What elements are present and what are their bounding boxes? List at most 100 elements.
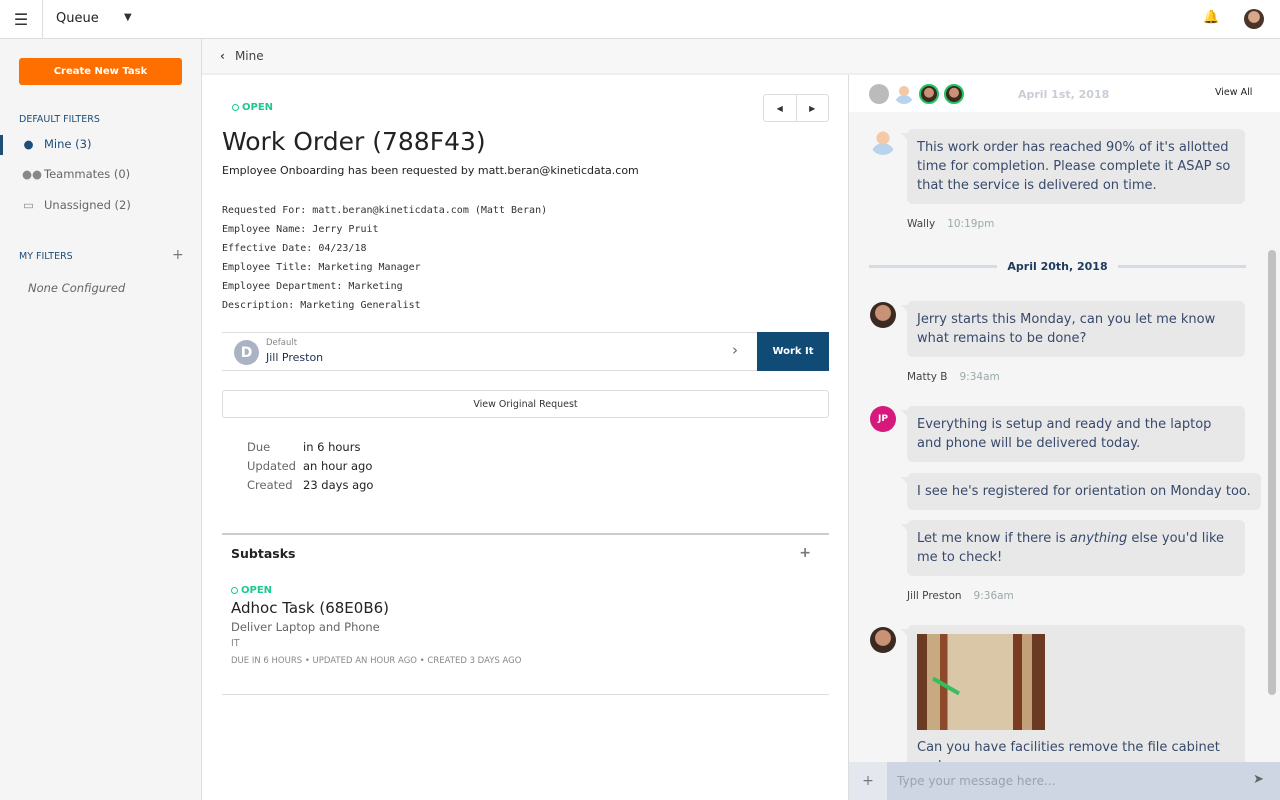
meta-value: in 6 hours — [303, 440, 361, 454]
next-button[interactable]: ▶ — [797, 95, 829, 121]
avatar — [870, 302, 896, 328]
field: Employee Name: Jerry Pruit — [222, 224, 379, 235]
message-bubble: Can you have facilities remove the file … — [901, 625, 1245, 775]
chevron-down-icon[interactable]: ▼ — [124, 12, 132, 23]
status-badge: OPEN — [231, 585, 829, 596]
team-name: Default — [266, 338, 298, 348]
subtask-item[interactable]: OPEN Adhoc Task (68E0B6) Deliver Laptop … — [222, 585, 829, 695]
meta-created: Created 23 days ago — [247, 478, 373, 492]
field: Employee Department: Marketing — [222, 281, 403, 292]
message-input[interactable] — [887, 762, 1242, 800]
meta-due: Due in 6 hours — [247, 440, 360, 454]
filter-label: Mine (3) — [44, 137, 92, 151]
field: Requested For: matt.beran@kineticdata.co… — [222, 205, 548, 216]
hamburger-icon[interactable]: ☰ — [0, 0, 43, 38]
message-text: Let me know if there is — [917, 531, 1070, 546]
scrollbar[interactable] — [1268, 250, 1276, 695]
message-bubble: Let me know if there is anything else yo… — [901, 520, 1245, 576]
task-pager: ◀ ▶ — [763, 94, 829, 122]
task-detail: OPEN ◀ ▶ Work Order (788F43) Employee Onb… — [202, 75, 849, 800]
prev-button[interactable]: ◀ — [764, 95, 797, 121]
sidebar-item-unassigned[interactable]: ▭ Unassigned (2) — [22, 198, 131, 212]
message-meta: Wally 10:19pm — [907, 218, 994, 230]
inbox-icon: ▭ — [23, 198, 34, 212]
circle-icon — [231, 587, 238, 594]
work-it-button[interactable]: Work It — [757, 332, 829, 371]
view-all-link[interactable]: View All — [1215, 87, 1252, 98]
meta-value: 23 days ago — [303, 478, 374, 492]
send-icon[interactable]: ➤ — [1253, 772, 1264, 787]
message-time: 9:36am — [973, 590, 1014, 602]
avatar — [870, 627, 896, 653]
subtask-team: IT — [231, 638, 240, 649]
top-bar: ☰ Queue ▼ 🔔 — [0, 0, 1280, 39]
avatar — [870, 129, 896, 155]
participant-avatar[interactable] — [869, 84, 889, 104]
subtasks-header: Subtasks + — [222, 533, 829, 571]
meta-updated: Updated an hour ago — [247, 459, 372, 473]
date-text: April 20th, 2018 — [1007, 260, 1108, 273]
participant-avatar[interactable] — [944, 84, 964, 104]
attach-icon[interactable]: + — [849, 762, 887, 800]
bell-icon[interactable]: 🔔 — [1203, 10, 1219, 25]
status-text: OPEN — [242, 102, 274, 113]
message-author: Wally — [907, 218, 936, 230]
field: Employee Title: Marketing Manager — [222, 262, 421, 273]
team-avatar: D — [234, 340, 259, 365]
message-bubble: Everything is setup and ready and the la… — [901, 406, 1245, 462]
user-icon: ● — [23, 137, 34, 151]
assignee-name: Jill Preston — [266, 351, 324, 364]
message-author: Jill Preston — [907, 590, 962, 602]
app-title[interactable]: Queue — [56, 11, 99, 26]
message-composer: + ➤ — [849, 762, 1280, 800]
participant-avatar[interactable] — [894, 84, 914, 104]
message-emphasis: anything — [1069, 531, 1128, 546]
chevron-left-icon[interactable]: ‹ — [220, 49, 225, 63]
subtask-meta: DUE IN 6 HOURS • UPDATED AN HOUR AGO • C… — [231, 656, 522, 666]
message-author: Matty B — [907, 371, 948, 383]
meta-label: Created — [247, 478, 293, 492]
message-bubble: Jerry starts this Monday, can you let me… — [901, 301, 1245, 357]
field: Effective Date: 04/23/18 — [222, 243, 367, 254]
meta-value: an hour ago — [303, 459, 373, 473]
subtask-title[interactable]: Adhoc Task (68E0B6) — [231, 599, 829, 617]
message-meta: Matty B 9:34am — [907, 371, 1000, 383]
message-time: 9:34am — [959, 371, 1000, 383]
meta-label: Updated — [247, 459, 296, 473]
sidebar-item-teammates[interactable]: ●● Teammates (0) — [22, 167, 130, 181]
subtasks-heading: Subtasks — [231, 545, 296, 561]
discussion-header: April 1st, 2018 View All — [849, 75, 1280, 112]
no-filters-text: None Configured — [28, 281, 126, 295]
date-separator: April 20th, 2018 — [869, 260, 1247, 273]
page-title: Work Order (788F43) — [222, 127, 486, 156]
message-bubble: This work order has reached 90% of it's … — [901, 129, 1245, 204]
filter-label: Teammates (0) — [44, 167, 131, 181]
discussion-panel: April 1st, 2018 View All This work order… — [849, 75, 1280, 775]
add-subtask-icon[interactable]: + — [799, 545, 811, 561]
assignment-row[interactable]: D Default Jill Preston › Work It — [222, 332, 829, 371]
task-subtitle: Employee Onboarding has been requested b… — [222, 164, 639, 177]
meta-label: Due — [247, 440, 271, 454]
sidebar-item-mine[interactable]: ● Mine (3) — [22, 137, 91, 151]
status-text: OPEN — [241, 585, 273, 596]
task-fields: Requested For: matt.beran@kineticdata.co… — [222, 201, 547, 315]
participant-avatar[interactable] — [919, 84, 939, 104]
status-badge: OPEN — [232, 102, 273, 113]
breadcrumb: ‹ Mine — [202, 39, 1280, 75]
message-time: 10:19pm — [947, 218, 995, 230]
filter-label: Unassigned (2) — [44, 198, 131, 212]
attached-image[interactable] — [917, 634, 1045, 730]
message-bubble: I see he's registered for orientation on… — [901, 473, 1261, 510]
chevron-right-icon[interactable]: › — [732, 341, 738, 359]
create-new-task-button[interactable]: Create New Task — [19, 58, 182, 85]
avatar: JP — [870, 406, 896, 432]
sidebar: Create New Task DEFAULT FILTERS ● Mine (3… — [0, 39, 202, 800]
subtask-description: Deliver Laptop and Phone — [231, 620, 380, 634]
default-filters-heading: DEFAULT FILTERS — [19, 114, 100, 125]
add-filter-icon[interactable]: + — [172, 247, 184, 263]
avatar[interactable] — [1244, 9, 1264, 29]
field: Description: Marketing Generalist — [222, 300, 421, 311]
users-icon: ●● — [22, 167, 43, 181]
breadcrumb-mine[interactable]: Mine — [235, 49, 264, 63]
view-original-request-button[interactable]: View Original Request — [222, 390, 829, 418]
